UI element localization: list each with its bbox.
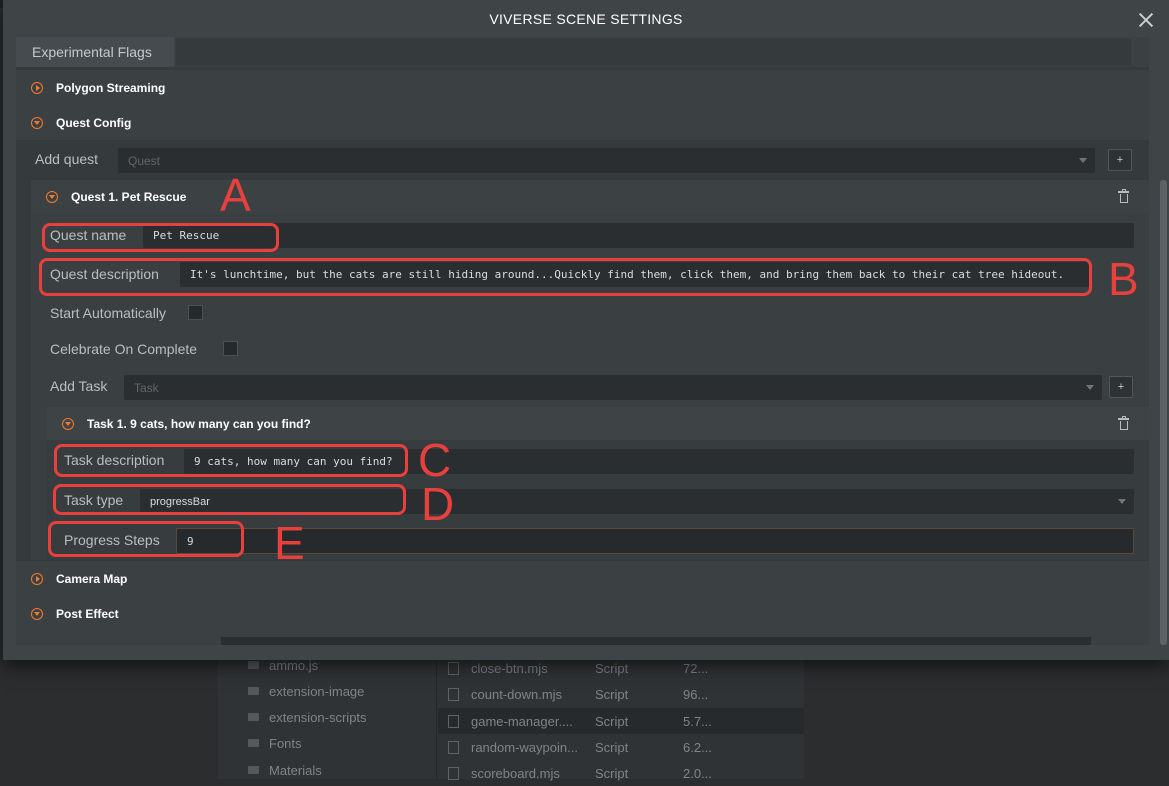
chevron-down-icon — [1079, 158, 1087, 163]
folder-item[interactable]: extension-image — [248, 680, 364, 702]
file-item[interactable]: game-manager.... Script 5.7... — [438, 708, 804, 734]
scene-settings-dialog: VIVERSE SCENE SETTINGS Experimental Flag… — [3, 0, 1169, 660]
quest-header[interactable]: Quest 1. Pet Rescue — [31, 180, 1149, 213]
script-file-icon — [448, 766, 459, 780]
add-task-button[interactable]: + — [1109, 376, 1133, 398]
clipped-row — [16, 631, 1149, 645]
file-item[interactable]: scoreboard.mjs Script 2.0... — [438, 760, 804, 786]
annotation-label-c: C — [418, 434, 452, 486]
chevron-down-icon — [1118, 499, 1126, 504]
celebrate-label: Celebrate On Complete — [50, 341, 198, 357]
script-file-icon — [448, 687, 459, 701]
section-polygon-streaming[interactable]: Polygon Streaming — [16, 70, 1149, 105]
annotation-label-b: B — [1108, 253, 1139, 305]
chevron-down-icon — [62, 417, 74, 430]
tab-experimental-flags[interactable]: Experimental Flags — [16, 37, 174, 67]
folder-icon — [248, 739, 259, 747]
annotation-label-d: D — [421, 478, 455, 530]
chevron-down-icon — [31, 116, 43, 129]
annotation-box-e — [48, 521, 244, 557]
annotation-label-e: E — [274, 517, 305, 569]
script-file-icon — [448, 740, 459, 754]
experimental-flags-field — [176, 39, 1131, 65]
file-item[interactable]: random-waypoin... Script 6.2... — [438, 734, 804, 760]
add-task-label: Add Task — [50, 378, 108, 394]
dialog-title: VIVERSE SCENE SETTINGS — [489, 10, 683, 27]
progress-steps-input[interactable]: 9 — [176, 528, 1134, 554]
delete-task-icon[interactable] — [1118, 416, 1129, 430]
section-post-effect[interactable]: Post Effect — [16, 596, 1149, 631]
folder-icon — [248, 713, 259, 721]
start-automatically-label: Start Automatically — [50, 305, 166, 321]
folder-icon — [248, 766, 259, 774]
quest-name-input[interactable]: Pet Rescue — [143, 223, 1134, 248]
task-header[interactable]: Task 1. 9 cats, how many can you find? — [47, 407, 1149, 440]
script-file-icon — [448, 661, 459, 675]
folder-item[interactable]: Materials — [248, 759, 322, 781]
annotation-label-a: A — [220, 169, 251, 221]
annotation-box-c — [54, 444, 408, 477]
file-item[interactable]: count-down.mjs Script 96... — [438, 681, 804, 707]
section-quest-config[interactable]: Quest Config — [16, 105, 1149, 140]
start-automatically-checkbox[interactable] — [188, 305, 203, 320]
add-quest-label: Add quest — [35, 151, 99, 167]
close-icon[interactable] — [1139, 13, 1153, 27]
folder-icon — [248, 661, 259, 669]
chevron-down-icon — [1086, 385, 1094, 390]
chevron-right-icon — [31, 81, 43, 94]
annotation-box-a — [42, 223, 279, 252]
add-task-dropdown[interactable]: Task — [124, 375, 1102, 400]
add-quest-button[interactable]: + — [1108, 149, 1132, 171]
script-file-icon — [448, 714, 459, 728]
annotation-box-d — [53, 484, 406, 515]
add-quest-dropdown[interactable]: Quest — [118, 148, 1095, 173]
delete-quest-icon[interactable] — [1118, 189, 1129, 203]
experimental-flags-row: Experimental Flags — [16, 37, 1149, 67]
celebrate-checkbox[interactable] — [223, 341, 238, 356]
chevron-down-icon — [46, 190, 58, 203]
chevron-right-icon — [31, 572, 43, 585]
folder-icon — [248, 687, 259, 695]
section-camera-map[interactable]: Camera Map — [16, 561, 1149, 596]
assets-divider — [436, 640, 437, 779]
folder-item[interactable]: Fonts — [248, 732, 302, 754]
chevron-down-icon — [31, 607, 43, 620]
dialog-scrollbar[interactable] — [1160, 180, 1167, 645]
assets-panel: ammo.js extension-image extension-script… — [218, 640, 804, 781]
folder-item[interactable]: extension-scripts — [248, 706, 367, 728]
clipped-field — [221, 637, 1091, 645]
annotation-box-b — [39, 258, 1092, 296]
